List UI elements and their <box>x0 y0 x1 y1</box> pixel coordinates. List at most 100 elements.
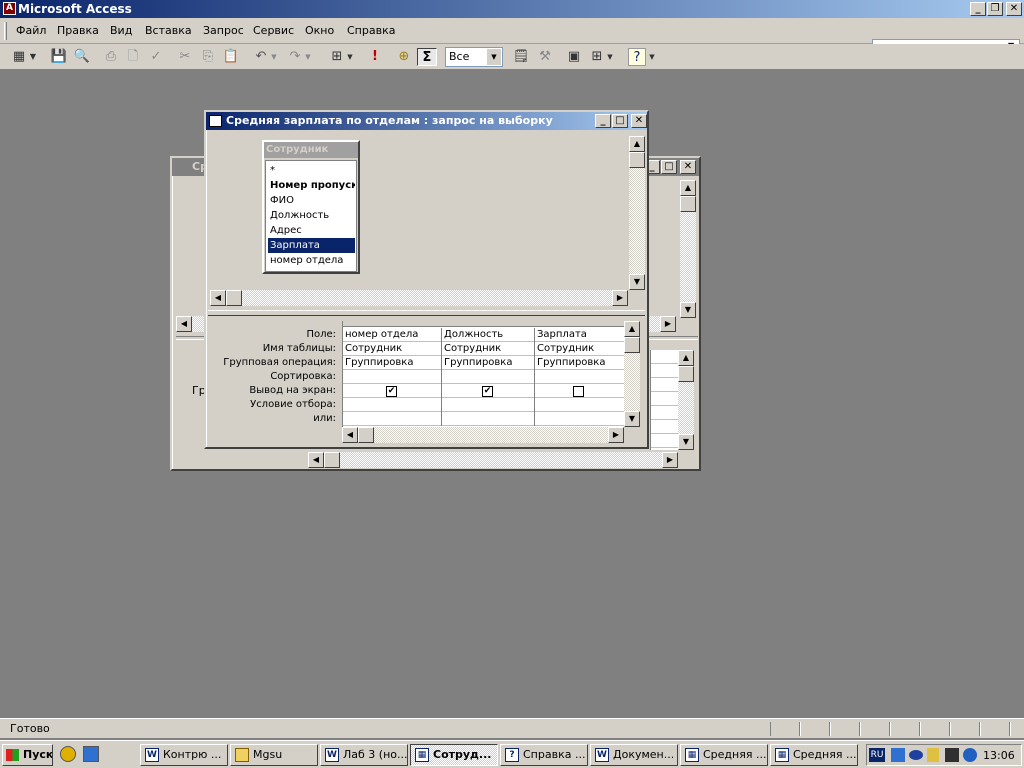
field-pass-number[interactable]: Номер пропуска <box>268 178 355 193</box>
cell-group[interactable]: Группировка <box>535 356 624 370</box>
print-preview-icon[interactable]: 🗋 <box>124 48 142 66</box>
table-field-list[interactable]: Сотрудник * Номер пропуска ФИО Должность… <box>262 140 360 274</box>
scroll-thumb[interactable] <box>226 290 242 306</box>
scroll-left-icon[interactable]: ◀ <box>308 452 324 468</box>
cell-group[interactable]: Группировка <box>343 356 442 370</box>
query-minimize-button[interactable]: _ <box>595 114 611 128</box>
print-icon[interactable]: ⎙ <box>102 48 120 66</box>
help-icon[interactable]: ? <box>628 48 646 66</box>
cell-group[interactable]: Группировка <box>442 356 535 370</box>
cell-field[interactable]: номер отдела <box>343 328 442 342</box>
cut-icon[interactable]: ✂ <box>176 48 194 66</box>
table-field-list-title[interactable]: Сотрудник <box>264 142 358 158</box>
scroll-right-icon[interactable]: ▶ <box>660 316 676 332</box>
menu-query[interactable]: Запрос <box>203 24 244 37</box>
scroll-thumb[interactable] <box>324 452 340 468</box>
query-design-window[interactable]: Средняя зарплата по отделам : запрос на … <box>204 110 649 449</box>
menu-view[interactable]: Вид <box>110 24 132 37</box>
show-checkbox[interactable]: ✔ <box>482 386 493 397</box>
scroll-left-icon[interactable]: ◀ <box>210 290 226 306</box>
cell-or[interactable] <box>442 412 535 426</box>
cell-or[interactable] <box>343 412 442 426</box>
eye-icon[interactable] <box>909 750 923 760</box>
builder-icon[interactable]: ⚒ <box>536 48 554 66</box>
explorer-quicklaunch-icon[interactable] <box>83 746 99 762</box>
start-button[interactable]: Пуск <box>2 744 53 766</box>
cell-criteria[interactable] <box>535 398 624 412</box>
taskbar-item-word-3[interactable]: W Докумен... <box>590 744 678 766</box>
view-dropdown-icon[interactable]: ▼ <box>28 48 38 66</box>
taskbar-item-word-2[interactable]: W Лаб 3 (но... <box>320 744 408 766</box>
query-maximize-button[interactable]: □ <box>612 114 628 128</box>
taskbar-item-word-1[interactable]: W Контрю ... <box>140 744 228 766</box>
scroll-thumb[interactable] <box>678 366 694 382</box>
scroll-thumb[interactable] <box>624 337 640 353</box>
taskbar-item-access-active[interactable]: ▦ Сотруд... <box>410 744 498 766</box>
scroll-down-icon[interactable]: ▼ <box>680 302 696 318</box>
pane-splitter[interactable] <box>208 310 645 316</box>
field-position[interactable]: Должность <box>268 208 355 223</box>
taskbar-item-help[interactable]: ? Справка ... <box>500 744 588 766</box>
menu-edit[interactable]: Правка <box>57 24 99 37</box>
scroll-right-icon[interactable]: ▶ <box>662 452 678 468</box>
field-name[interactable]: ФИО <box>268 193 355 208</box>
scroll-thumb[interactable] <box>358 427 374 443</box>
scroll-down-icon[interactable]: ▼ <box>624 411 640 427</box>
redo-dropdown-icon[interactable]: ▼ <box>304 48 312 66</box>
scroll-right-icon[interactable]: ▶ <box>612 290 628 306</box>
undo-icon[interactable]: ↶ <box>252 48 270 66</box>
scroll-down-icon[interactable]: ▼ <box>678 434 694 450</box>
paste-icon[interactable]: 📋 <box>222 48 240 66</box>
top-values-dropdown-icon[interactable]: ▼ <box>487 49 501 65</box>
run-icon[interactable]: ! <box>366 48 384 66</box>
show-checkbox[interactable]: ✔ <box>386 386 397 397</box>
background-grid-vertical-scrollbar[interactable]: ▲ ▼ <box>678 350 694 450</box>
spelling-icon[interactable]: ✓ <box>147 48 165 66</box>
grid-horizontal-scrollbar[interactable]: ◀ ▶ <box>342 427 624 443</box>
menu-tools[interactable]: Сервис <box>253 24 294 37</box>
scroll-up-icon[interactable]: ▲ <box>624 321 640 337</box>
menu-insert[interactable]: Вставка <box>145 24 192 37</box>
background-vertical-scrollbar[interactable]: ▲ ▼ <box>680 180 696 318</box>
grid-vertical-scrollbar[interactable]: ▲ ▼ <box>624 321 640 427</box>
scroll-up-icon[interactable]: ▲ <box>629 136 645 152</box>
new-object-icon[interactable]: ⊞ <box>588 48 606 66</box>
app-close-button[interactable]: ✕ <box>1006 2 1022 16</box>
copy-icon[interactable]: ⎘ <box>199 48 217 66</box>
scroll-up-icon[interactable]: ▲ <box>680 180 696 196</box>
menu-help[interactable]: Справка <box>347 24 395 37</box>
cell-sort[interactable] <box>343 370 442 384</box>
background-close-button[interactable]: ✕ <box>680 160 696 174</box>
app-restore-button[interactable]: ❐ <box>987 2 1003 16</box>
view-icon[interactable]: ▦ <box>10 48 28 66</box>
network-icon[interactable] <box>891 748 905 762</box>
field-address[interactable]: Адрес <box>268 223 355 238</box>
query-type-dropdown-icon[interactable]: ▼ <box>346 48 354 66</box>
query-close-button[interactable]: ✕ <box>631 114 647 128</box>
undo-dropdown-icon[interactable]: ▼ <box>270 48 278 66</box>
scroll-down-icon[interactable]: ▼ <box>629 274 645 290</box>
design-grid[interactable]: номер отдела Должность Зарплата Сотрудни… <box>342 321 624 427</box>
taskbar-item-query-2[interactable]: ▦ Средняя ... <box>770 744 858 766</box>
database-window-icon[interactable]: ▣ <box>565 48 583 66</box>
properties-icon[interactable]: 🗒 <box>512 48 530 66</box>
cell-table[interactable]: Сотрудник <box>343 342 442 356</box>
tray-media-icon[interactable] <box>945 748 959 762</box>
tray-settings-icon[interactable] <box>963 748 977 762</box>
taskbar-item-query-1[interactable]: ▦ Средняя ... <box>680 744 768 766</box>
scroll-left-icon[interactable]: ◀ <box>342 427 358 443</box>
table-pane-vertical-scrollbar[interactable]: ▲ ▼ <box>629 136 645 290</box>
redo-icon[interactable]: ↷ <box>286 48 304 66</box>
query-type-icon[interactable]: ⊞ <box>328 48 346 66</box>
scroll-right-icon[interactable]: ▶ <box>608 427 624 443</box>
toolbar-options-icon[interactable]: ▼ <box>648 48 656 66</box>
menu-window[interactable]: Окно <box>305 24 334 37</box>
cell-criteria[interactable] <box>442 398 535 412</box>
show-table-icon[interactable]: ⊕ <box>395 48 413 66</box>
field-all[interactable]: * <box>268 163 355 178</box>
table-pane-horizontal-scrollbar[interactable]: ◀ ▶ <box>210 290 628 306</box>
save-icon[interactable]: 💾 <box>50 48 68 66</box>
top-values-select[interactable]: Все ▼ <box>445 47 503 67</box>
cell-table[interactable]: Сотрудник <box>442 342 535 356</box>
show-checkbox[interactable] <box>573 386 584 397</box>
